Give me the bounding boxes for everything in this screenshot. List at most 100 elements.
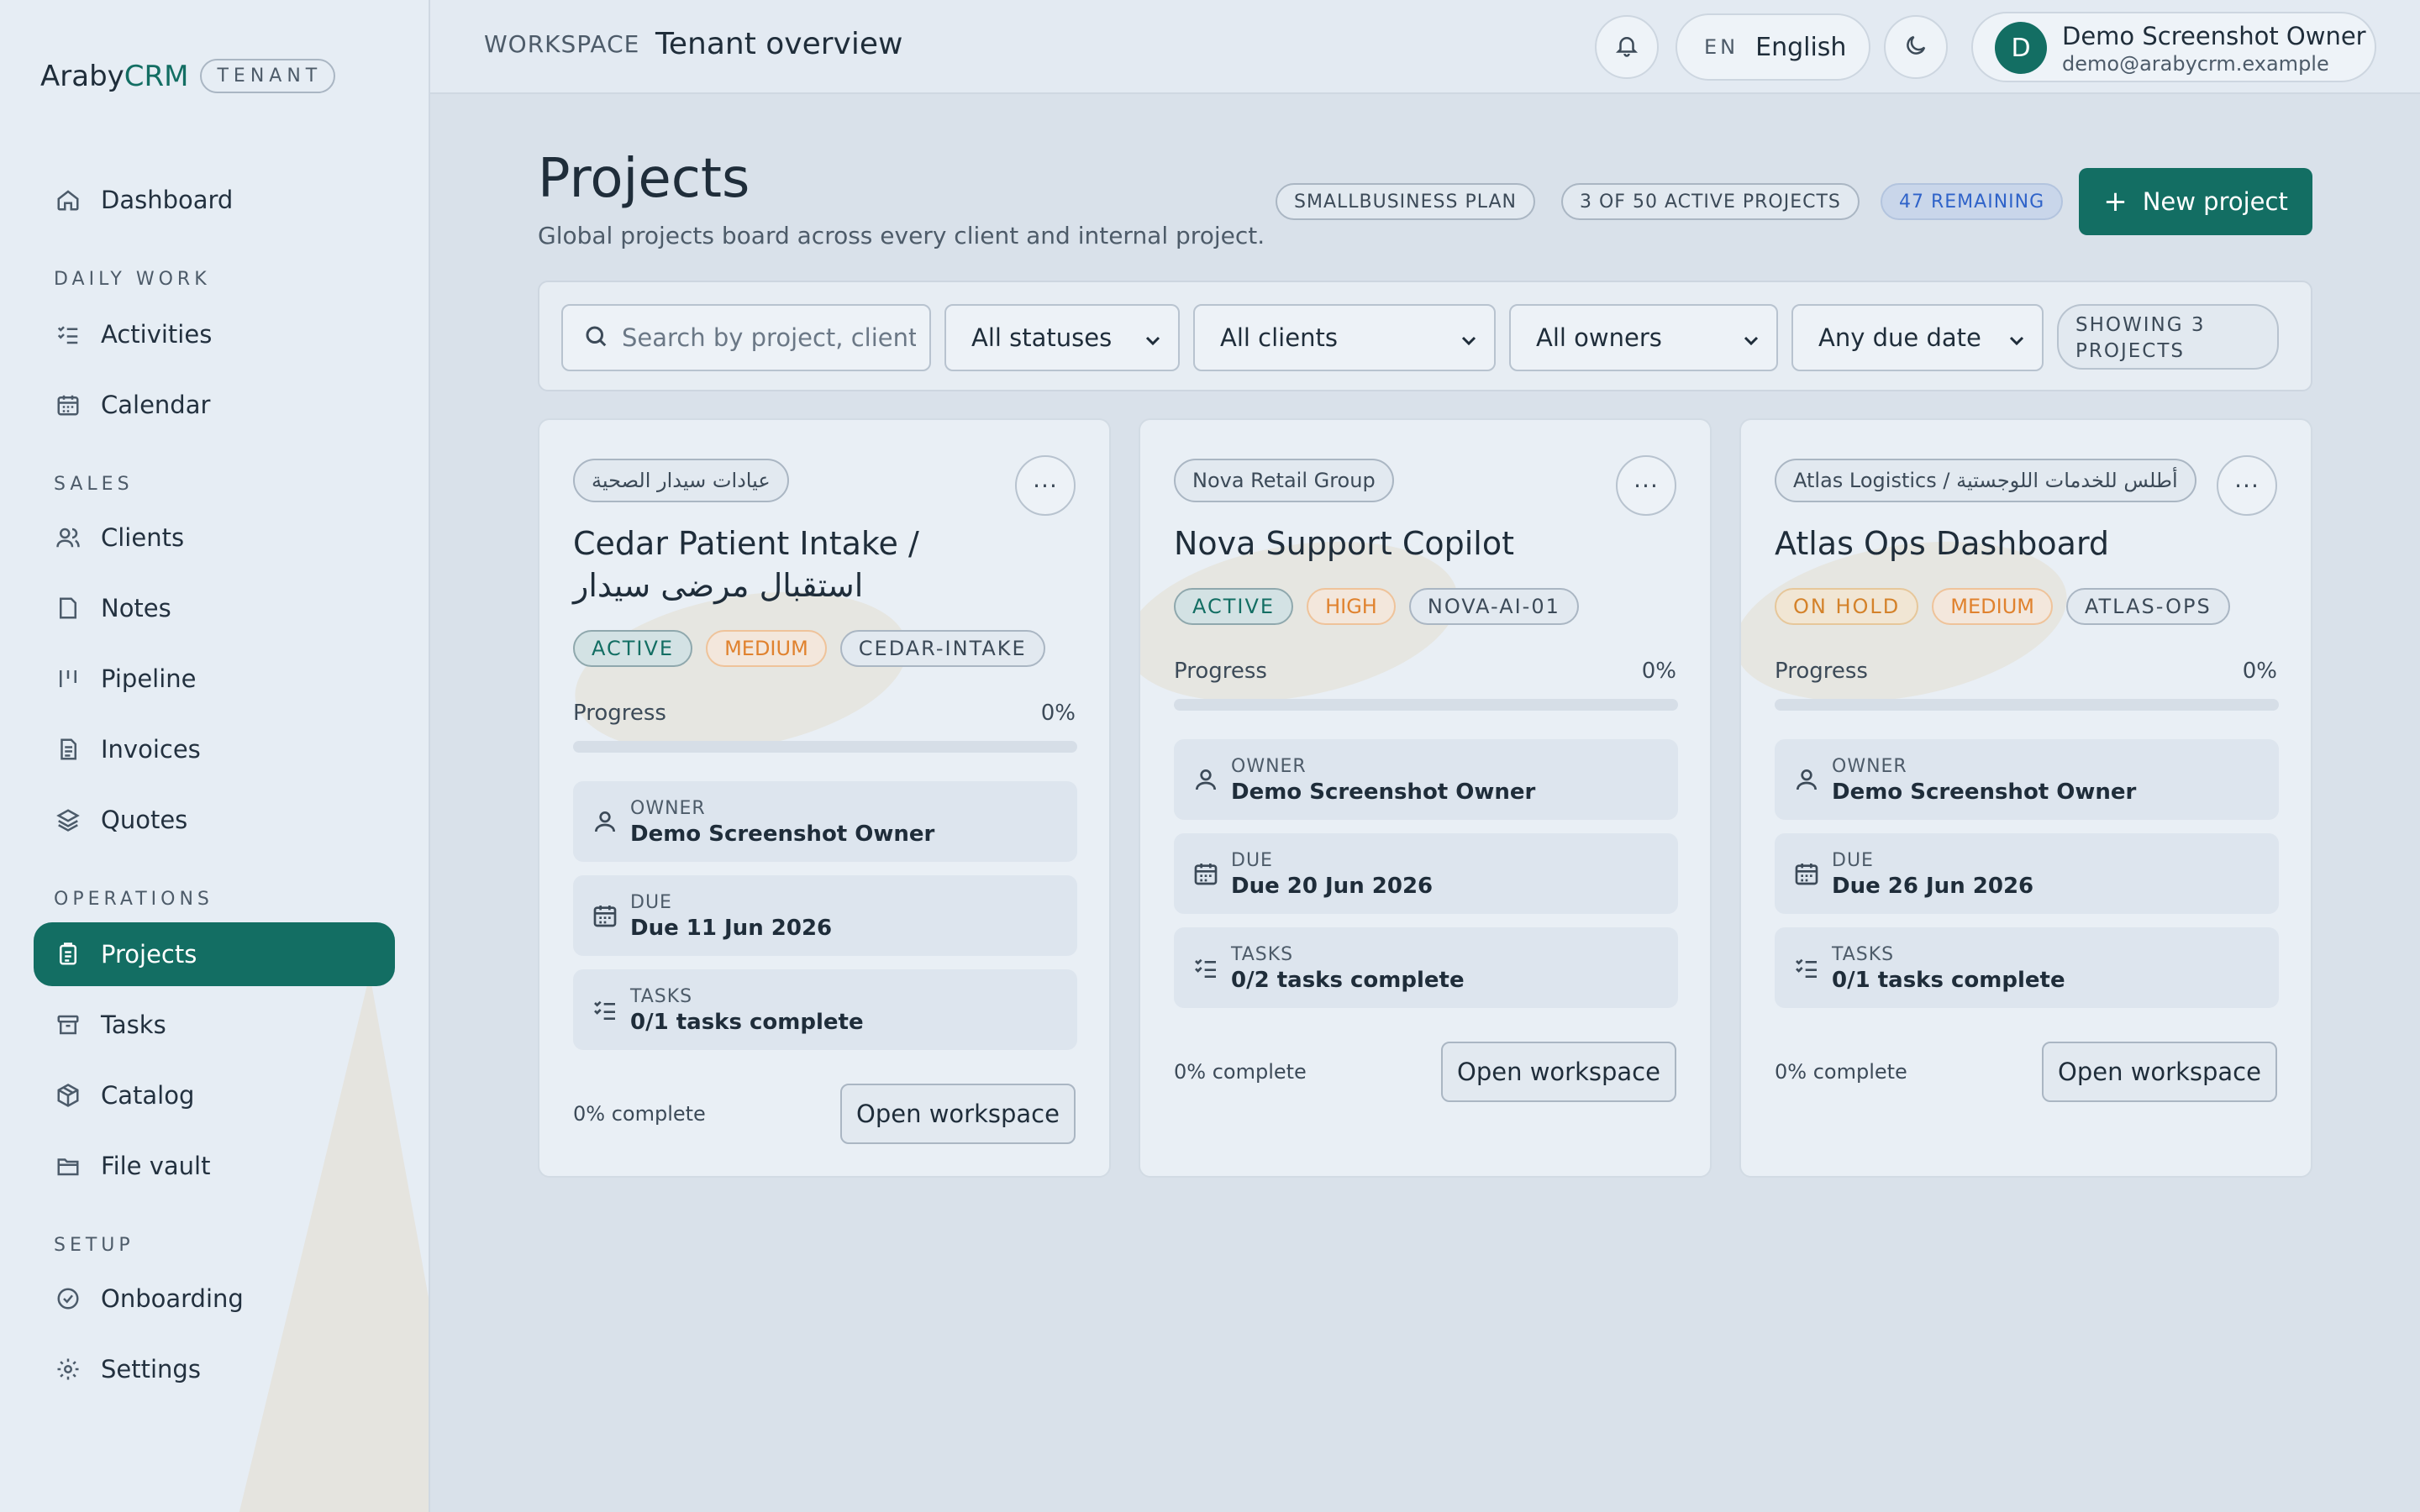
sidebar-item-projects[interactable]: Projects — [34, 922, 395, 986]
due-row: DUE Due 20 Jun 2026 — [1174, 833, 1678, 914]
theme-toggle-button[interactable] — [1884, 15, 1948, 79]
open-workspace-button[interactable]: Open workspace — [840, 1084, 1076, 1144]
open-workspace-button[interactable]: Open workspace — [2042, 1042, 2277, 1102]
brand-logo[interactable]: ArabyCRM TENANT — [40, 59, 336, 93]
project-code-badge: ATLAS-OPS — [2065, 588, 2230, 625]
search-input[interactable] — [622, 323, 916, 352]
sidebar-item-activities[interactable]: Activities — [34, 302, 395, 366]
sidebar: ArabyCRM TENANT Dashboard DAILY WORK Act… — [0, 0, 430, 1512]
workspace-label: WORKSPACE — [484, 30, 640, 58]
moon-icon — [1903, 33, 1928, 61]
more-options-button[interactable]: ··· — [2217, 455, 2277, 516]
sidebar-item-pipeline[interactable]: Pipeline — [34, 647, 395, 711]
client-chip[interactable]: Atlas Logistics / أطلس للخدمات اللوجستية — [1775, 459, 2196, 502]
due-value: Due 11 Jun 2026 — [630, 916, 833, 941]
sidebar-item-dashboard[interactable]: Dashboard — [34, 168, 395, 232]
new-project-label: New project — [2142, 187, 2288, 216]
due-filter-select[interactable]: Any due date — [1791, 304, 2044, 371]
sidebar-item-invoices[interactable]: Invoices — [34, 717, 395, 781]
calendar-icon — [1192, 860, 1219, 887]
package-icon — [55, 1083, 81, 1108]
tasks-label: TASKS — [630, 986, 693, 1007]
project-title: Cedar Patient Intake / استقبال مرضى سيدا… — [573, 525, 919, 604]
sidebar-item-label: Projects — [101, 940, 197, 969]
more-options-button[interactable]: ··· — [1015, 455, 1076, 516]
notifications-button[interactable] — [1595, 15, 1659, 79]
sidebar-item-calendar[interactable]: Calendar — [34, 373, 395, 437]
client-filter-select[interactable]: All clients — [1193, 304, 1496, 371]
owner-value: Demo Screenshot Owner — [630, 822, 935, 847]
avatar: D — [1995, 22, 2047, 74]
page-title: Projects — [538, 148, 750, 210]
due-row: DUE Due 26 Jun 2026 — [1775, 833, 2279, 914]
results-count-badge: SHOWING 3 PROJECTS — [2057, 304, 2279, 370]
status-filter-select[interactable]: All statuses — [944, 304, 1180, 371]
new-project-button[interactable]: + New project — [2079, 168, 2312, 235]
sidebar-item-label: Settings — [101, 1355, 201, 1383]
due-label: DUE — [1832, 850, 1874, 871]
sidebar-item-clients[interactable]: Clients — [34, 506, 395, 570]
tasks-value: 0/1 tasks complete — [630, 1010, 864, 1035]
sidebar-item-file-vault[interactable]: File vault — [34, 1134, 395, 1198]
more-options-button[interactable]: ··· — [1616, 455, 1676, 516]
owner-filter-select[interactable]: All owners — [1509, 304, 1778, 371]
tasks-label: TASKS — [1231, 944, 1294, 965]
sidebar-item-quotes[interactable]: Quotes — [34, 788, 395, 852]
search-field[interactable] — [561, 304, 931, 371]
progress-bar — [573, 741, 1077, 753]
calendar-icon — [1793, 860, 1820, 887]
filter-bar: All statuses All clients All owners Any … — [538, 281, 2312, 391]
sidebar-item-label: Quotes — [101, 806, 188, 834]
nav-section-daily-work: DAILY WORK — [54, 269, 211, 290]
project-tags: ON HOLD MEDIUM ATLAS-OPS — [1775, 588, 2230, 625]
status-filter-value: All statuses — [971, 323, 1113, 352]
plus-icon: + — [2103, 185, 2128, 218]
due-label: DUE — [1231, 850, 1273, 871]
sidebar-item-tasks[interactable]: Tasks — [34, 993, 395, 1057]
project-code-badge: NOVA-AI-01 — [1408, 588, 1579, 625]
page-subtitle: Global projects board across every clien… — [538, 222, 1265, 249]
language-button[interactable]: EN English — [1676, 13, 1870, 81]
sidebar-item-catalog[interactable]: Catalog — [34, 1063, 395, 1127]
owner-filter-value: All owners — [1536, 323, 1662, 352]
archive-icon — [55, 1012, 81, 1037]
language-name: English — [1755, 32, 1847, 62]
brand-name-prefix: Araby — [40, 59, 124, 93]
user-icon — [1793, 766, 1820, 793]
app-root: ArabyCRM TENANT Dashboard DAILY WORK Act… — [0, 0, 2420, 1512]
priority-badge: MEDIUM — [706, 630, 827, 667]
user-icon — [592, 808, 618, 835]
sidebar-item-onboarding[interactable]: Onboarding — [34, 1267, 395, 1331]
chevron-down-icon — [2007, 328, 2027, 348]
sidebar-item-notes[interactable]: Notes — [34, 576, 395, 640]
open-workspace-button[interactable]: Open workspace — [1441, 1042, 1676, 1102]
chevron-down-icon — [1143, 328, 1163, 348]
client-chip[interactable]: Nova Retail Group — [1174, 459, 1394, 502]
owner-row: OWNER Demo Screenshot Owner — [573, 781, 1077, 862]
sidebar-item-label: Catalog — [101, 1081, 195, 1110]
due-label: DUE — [630, 892, 672, 913]
project-card: Nova Retail Group ··· Nova Support Copil… — [1139, 418, 1712, 1178]
topbar-title: Tenant overview — [655, 27, 903, 61]
sidebar-item-settings[interactable]: Settings — [34, 1337, 395, 1401]
sidebar-item-label: Calendar — [101, 391, 211, 419]
chevron-down-icon — [1741, 328, 1761, 348]
progress-value: 0% — [1040, 701, 1076, 726]
owner-label: OWNER — [1231, 756, 1307, 777]
sidebar-item-label: Clients — [101, 523, 185, 552]
note-icon — [55, 596, 81, 621]
sidebar-item-label: Activities — [101, 320, 213, 349]
client-chip[interactable]: عيادات سيدار الصحية — [573, 459, 789, 502]
layers-icon — [55, 807, 81, 832]
owner-label: OWNER — [1832, 756, 1907, 777]
owner-value: Demo Screenshot Owner — [1231, 780, 1536, 805]
language-code: EN — [1704, 35, 1739, 59]
users-icon — [55, 525, 81, 550]
user-menu-button[interactable]: D Demo Screenshot Owner demo@arabycrm.ex… — [1971, 12, 2376, 82]
topbar: WORKSPACE Tenant overview EN English D D… — [430, 0, 2420, 94]
project-code-badge: CEDAR-INTAKE — [839, 630, 1045, 667]
completion-text: 0% complete — [573, 1102, 706, 1126]
calendar-icon — [592, 902, 618, 929]
project-tags: ACTIVE MEDIUM CEDAR-INTAKE — [573, 630, 1045, 667]
owner-row: OWNER Demo Screenshot Owner — [1174, 739, 1678, 820]
